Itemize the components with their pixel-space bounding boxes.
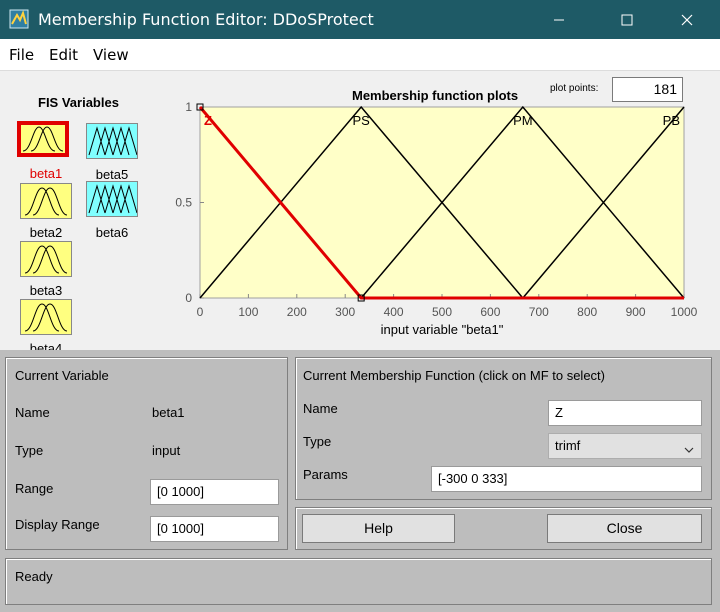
mf-label-ps: PS — [353, 113, 371, 128]
display-range-label: Display Range — [15, 517, 100, 532]
mf-params-input[interactable]: [-300 0 333] — [431, 466, 702, 492]
menu-edit[interactable]: Edit — [49, 46, 78, 64]
title-bar: Membership Function Editor: DDoSProtect — [0, 0, 720, 39]
variable-name-value: beta1 — [152, 405, 185, 420]
x-tick-label: 600 — [480, 305, 500, 319]
y-tick-label: 1 — [185, 100, 192, 114]
mf-name-label: Name — [303, 401, 338, 416]
x-tick-label: 1000 — [671, 305, 698, 319]
current-variable-title: Current Variable — [15, 368, 109, 383]
mf-params-label: Params — [303, 467, 348, 482]
x-axis-label: input variable "beta1" — [381, 322, 504, 337]
status-panel: Ready — [5, 558, 712, 605]
bottom-area: Current Variable Name beta1 Type input R… — [0, 350, 720, 612]
x-tick-label: 900 — [626, 305, 646, 319]
variable-type-label: Type — [15, 443, 44, 458]
y-tick-label: 0 — [185, 291, 192, 305]
current-mf-title: Current Membership Function (click on MF… — [303, 368, 605, 383]
display-range-input[interactable]: [0 1000] — [150, 516, 279, 542]
menu-bar: File Edit View — [0, 39, 720, 71]
status-text: Ready — [15, 569, 53, 584]
y-tick-label: 0.5 — [175, 196, 192, 210]
close-window-button[interactable] — [664, 0, 710, 39]
mf-label-pm: PM — [513, 113, 533, 128]
mf-label-pb: PB — [663, 113, 680, 128]
current-variable-panel: Current Variable Name beta1 Type input R… — [5, 357, 288, 550]
chevron-down-icon — [683, 440, 695, 464]
maximize-button[interactable] — [604, 0, 650, 39]
x-tick-label: 0 — [197, 305, 204, 319]
variable-type-value: input — [152, 443, 181, 458]
x-tick-label: 100 — [238, 305, 258, 319]
minimize-button[interactable] — [536, 0, 582, 39]
x-tick-label: 400 — [384, 305, 404, 319]
mf-label-z: Z — [204, 113, 212, 128]
matlab-app-icon — [9, 9, 29, 29]
x-tick-label: 300 — [335, 305, 355, 319]
current-mf-panel: Current Membership Function (click on MF… — [295, 357, 712, 500]
mf-type-label: Type — [303, 434, 332, 449]
menu-file[interactable]: File — [9, 46, 34, 64]
close-button[interactable]: Close — [547, 514, 702, 543]
variable-name-label: Name — [15, 405, 50, 420]
x-tick-label: 200 — [287, 305, 307, 319]
mf-type-select[interactable]: trimf — [548, 433, 702, 459]
x-tick-label: 700 — [529, 305, 549, 319]
top-panel: FIS Variables beta1 beta2 beta3 beta4 be… — [0, 71, 720, 350]
membership-function-plot[interactable]: 0 0.5 1 0 100 200 300 400 500 600 700 800 900 1000 inp… — [0, 71, 720, 350]
window-title: Membership Function Editor: DDoSProtect — [38, 10, 374, 29]
buttons-panel: Help Close — [295, 507, 712, 550]
range-input[interactable]: [0 1000] — [150, 479, 279, 505]
menu-view[interactable]: View — [93, 46, 129, 64]
range-label: Range — [15, 481, 54, 496]
x-tick-label: 800 — [577, 305, 597, 319]
mf-name-input[interactable]: Z — [548, 400, 702, 426]
x-tick-label: 500 — [432, 305, 452, 319]
mf-type-value: trimf — [555, 438, 581, 453]
help-button[interactable]: Help — [302, 514, 455, 543]
